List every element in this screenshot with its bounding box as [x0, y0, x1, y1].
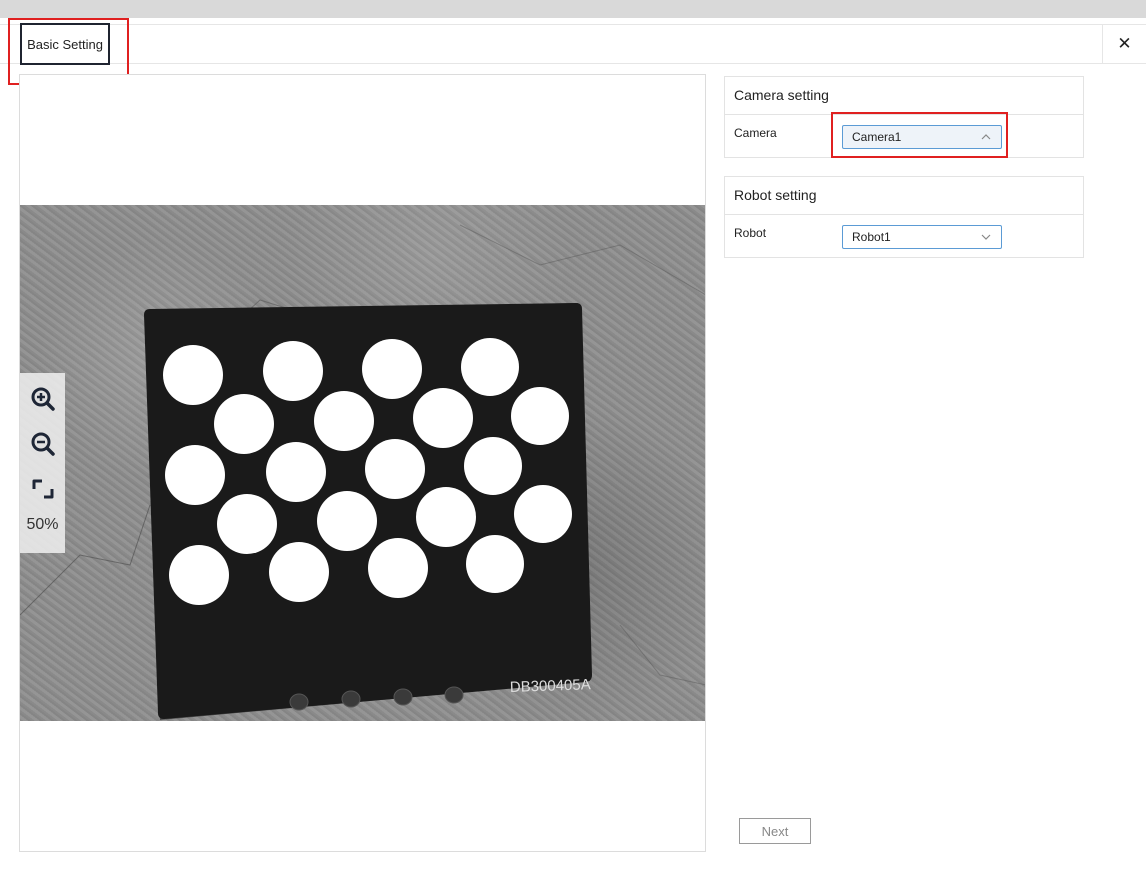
chevron-up-icon: [981, 134, 991, 140]
image-viewer[interactable]: DB300405A: [19, 74, 706, 852]
robot-select[interactable]: Robot1: [842, 225, 1002, 249]
robot-row: Robot Robot1: [725, 215, 1083, 257]
camera-label: Camera: [734, 126, 777, 140]
camera-select-value: Camera1: [852, 130, 902, 144]
robot-setting-panel: Robot setting Robot Robot1: [724, 176, 1084, 258]
zoom-in-icon: [31, 387, 55, 411]
window-top-bar: [0, 0, 1146, 18]
fit-screen-icon: [32, 479, 53, 499]
tab-basic-setting-label: Basic Setting: [27, 36, 103, 52]
close-button[interactable]: ✕: [1102, 24, 1146, 64]
robot-label: Robot: [734, 226, 767, 240]
settings-header: [0, 24, 1146, 64]
board-id-label: DB300405A: [510, 676, 591, 696]
next-button-label: Next: [761, 823, 789, 839]
fit-screen-button[interactable]: [27, 473, 59, 505]
robot-select-value: Robot1: [852, 230, 891, 244]
tab-basic-setting[interactable]: Basic Setting: [20, 23, 110, 65]
camera-select[interactable]: Camera1: [842, 125, 1002, 149]
zoom-in-button[interactable]: [27, 383, 59, 415]
close-icon: ✕: [1117, 34, 1132, 53]
camera-row: Camera Camera1: [725, 115, 1083, 157]
zoom-out-icon: [31, 432, 55, 456]
zoom-out-button[interactable]: [27, 428, 59, 460]
zoom-toolbar: 50%: [20, 373, 65, 553]
calibration-board-image: DB300405A: [20, 205, 705, 721]
chevron-down-icon: [981, 234, 991, 240]
robot-setting-title: Robot setting: [725, 177, 1083, 215]
zoom-level-readout: 50%: [26, 516, 59, 533]
camera-setting-panel: Camera setting Camera Camera1: [724, 76, 1084, 158]
next-button[interactable]: Next: [739, 818, 811, 844]
camera-setting-title: Camera setting: [725, 77, 1083, 115]
